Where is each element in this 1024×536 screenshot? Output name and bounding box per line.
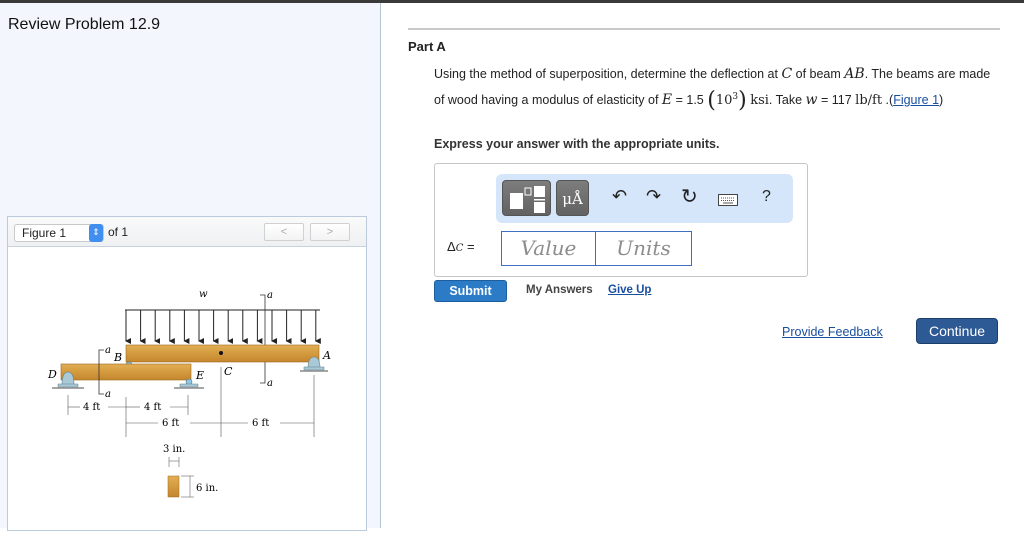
answer-label: ΔC = (447, 239, 475, 254)
select-arrows-icon: ⇕ (89, 224, 103, 242)
undo-icon: ↶ (612, 186, 628, 206)
dim-de-left: 4 ft (83, 402, 100, 413)
label-a: A (322, 349, 331, 362)
section-label-top-left: a (105, 345, 111, 356)
math-ten: 10 (715, 93, 733, 109)
continue-button[interactable]: Continue (916, 318, 998, 344)
problem-title: Review Problem 12.9 (8, 16, 161, 33)
question-text-6: = 117 (817, 93, 856, 108)
equals-sign: = (463, 239, 475, 254)
submit-button[interactable]: Submit (434, 280, 507, 302)
right-pane: Part A Using the method of superposition… (382, 3, 1024, 528)
load-label: w (199, 289, 208, 300)
reset-icon: ↻ (681, 186, 698, 208)
dim-bc: 6 ft (162, 418, 179, 429)
prev-figure-button[interactable]: < (264, 223, 304, 241)
templates-icon (510, 186, 545, 213)
distributed-load (125, 309, 321, 344)
provide-feedback-link[interactable]: Provide Feedback (782, 325, 883, 339)
keyboard-button[interactable] (718, 190, 738, 211)
point-c-marker (219, 351, 223, 355)
question-text-2: of beam (792, 67, 845, 81)
chevron-left-icon: < (280, 226, 288, 238)
figure-select[interactable]: Figure 1 ⇕ (14, 224, 104, 242)
redo-button[interactable]: ↷ (646, 186, 661, 207)
value-input[interactable]: Value (501, 231, 596, 266)
label-e: E (195, 369, 204, 382)
redo-icon: ↷ (646, 186, 662, 206)
help-icon: ? (762, 188, 771, 205)
figure-panel: Figure 1 ⇕ of 1 < > w a a C B A a a D E … (7, 216, 367, 531)
question-text: Using the method of superposition, deter… (434, 63, 1004, 112)
left-pane: Review Problem 12.9 Figure 1 ⇕ of 1 < > (0, 3, 381, 531)
figure-header: Figure 1 ⇕ of 1 < > (8, 217, 366, 247)
part-label: Part A (408, 39, 446, 54)
section-label-bottom-right: a (267, 378, 273, 389)
units-button[interactable]: μÅ (556, 180, 589, 216)
delta-symbol: Δ (447, 239, 456, 254)
keyboard-icon (718, 194, 738, 206)
next-figure-button[interactable]: > (310, 223, 350, 241)
beam-diagram: w a a C B A a a D E 4 ft 4 ft 6 ft 6 ft … (47, 289, 331, 498)
figure-link[interactable]: Figure 1 (893, 93, 939, 107)
math-unit: lb/ft (855, 93, 883, 109)
undo-button[interactable]: ↶ (612, 186, 627, 207)
question-text-8: ) (939, 93, 944, 108)
cross-section-width: 3 in. (163, 444, 185, 455)
math-toolbar: μÅ ↶ ↷ ↻ ? (496, 174, 793, 223)
question-text-5: . Take (768, 93, 806, 108)
units-input[interactable]: Units (595, 231, 692, 266)
section-label-top-right: a (267, 290, 273, 301)
help-button[interactable]: ? (762, 188, 771, 206)
reset-button[interactable]: ↻ (681, 184, 698, 209)
question-text-4: = 1.5 (672, 93, 708, 108)
templates-button[interactable] (502, 180, 551, 216)
my-answers-link[interactable]: My Answers (526, 284, 593, 296)
math-e: E (661, 92, 673, 109)
math-ab: AB (844, 66, 865, 82)
units-icon: μÅ (562, 190, 583, 208)
cross-section-height: 6 in. (196, 483, 218, 494)
section-label-bottom-left: a (105, 389, 111, 400)
figure-count: of 1 (108, 225, 129, 239)
paren-open: ( (707, 88, 716, 114)
figure-select-value: Figure 1 (22, 226, 67, 240)
dim-de-right: 4 ft (144, 402, 161, 413)
chevron-right-icon: > (326, 226, 334, 238)
label-c: C (224, 365, 233, 378)
question-text-7: .( (882, 93, 894, 108)
beam-de (60, 363, 192, 381)
paren-close: ) (738, 88, 747, 114)
math-w: w (805, 92, 818, 109)
figure-image: w a a C B A a a D E 4 ft 4 ft 6 ft 6 ft … (8, 247, 366, 531)
answer-box: μÅ ↶ ↷ ↻ ? ΔC = Value Units (434, 163, 808, 277)
cross-section (167, 475, 180, 498)
instruction: Express your answer with the appropriate… (434, 137, 720, 151)
label-b: B (113, 351, 122, 364)
math-c: C (781, 66, 793, 82)
label-d: D (47, 368, 57, 381)
question-text-1: Using the method of superposition, deter… (434, 67, 782, 81)
give-up-link[interactable]: Give Up (608, 284, 651, 296)
divider (408, 28, 1000, 30)
dim-ca: 6 ft (252, 418, 269, 429)
math-ksi: ksi (750, 93, 769, 109)
